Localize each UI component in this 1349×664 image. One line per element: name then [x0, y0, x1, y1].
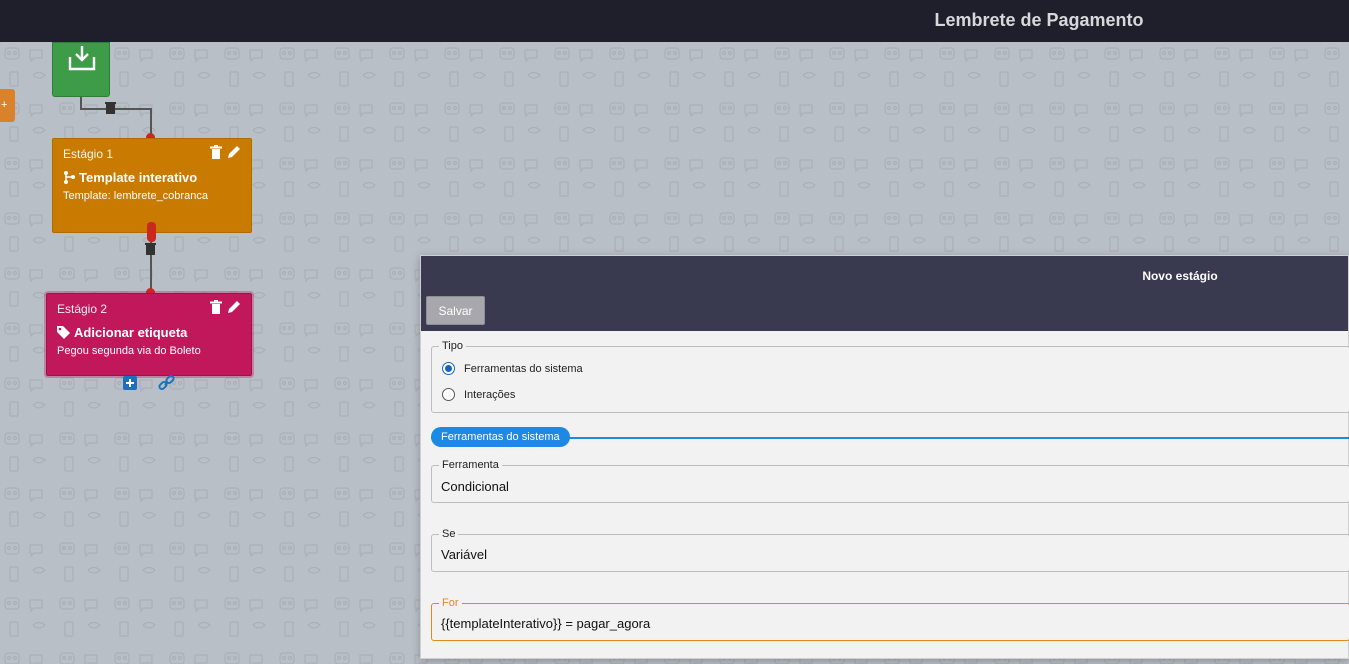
stage-detail: Template: lembrete_cobranca: [63, 190, 241, 202]
link-icon[interactable]: [158, 375, 175, 392]
radio-option-ferramentas[interactable]: Ferramentas do sistema: [442, 362, 583, 375]
stage-type: Template interativo: [63, 170, 241, 185]
se-value: Variável: [441, 547, 488, 562]
radio-label: Ferramentas do sistema: [464, 362, 583, 375]
connector-line: [80, 108, 152, 110]
pencil-icon[interactable]: [227, 300, 241, 314]
add-stage-icon[interactable]: [123, 376, 137, 390]
trash-icon[interactable]: [210, 145, 222, 159]
stage-type-label: Template interativo: [79, 170, 198, 185]
stage-tools: [210, 145, 241, 159]
radio-option-interacoes[interactable]: Interações: [442, 388, 515, 401]
stage-detail: Pegou segunda via do Boleto: [57, 345, 201, 357]
tipo-legend: Tipo: [439, 340, 466, 352]
stage-card-2[interactable]: Estágio 2 Adicionar etiqueta Pegou segun…: [46, 293, 252, 376]
stage-card-1[interactable]: Estágio 1 Template interativo Template: …: [52, 138, 252, 233]
detail-value: lembrete_cobranca: [113, 190, 208, 202]
start-node[interactable]: [52, 42, 110, 97]
page-title: Lembrete de Pagamento: [934, 10, 1144, 30]
detail-label: Template:: [63, 190, 111, 202]
stage-tools: [210, 300, 241, 314]
se-field[interactable]: Se Variável: [431, 528, 1349, 572]
side-panel-toggle[interactable]: +: [0, 89, 15, 122]
top-bar: Lembrete de Pagamento: [0, 0, 1349, 42]
panel-header: Novo estágio Salvar: [421, 256, 1348, 331]
tag-icon: [57, 326, 70, 339]
radio-button[interactable]: [442, 362, 455, 375]
for-legend: For: [439, 597, 462, 609]
branch-icon: [64, 171, 75, 184]
stage-type-label: Adicionar etiqueta: [74, 325, 188, 340]
new-stage-panel: Novo estágio Salvar Tipo Ferramentas do …: [420, 255, 1349, 659]
panel-title: Novo estágio: [1142, 269, 1218, 283]
radio-button[interactable]: [442, 388, 455, 401]
side-tab-glyph: +: [1, 99, 8, 111]
ferramenta-field[interactable]: Ferramenta Condicional: [431, 459, 1349, 503]
inbox-download-icon: [68, 46, 96, 71]
connector-line: [147, 222, 156, 242]
delete-connection-icon[interactable]: [105, 101, 116, 114]
ferramenta-legend: Ferramenta: [439, 459, 502, 471]
for-value: {{templateInterativo}} = pagar_agora: [441, 616, 651, 631]
trash-icon[interactable]: [210, 300, 222, 314]
pencil-icon[interactable]: [227, 145, 241, 159]
ferramenta-value: Condicional: [441, 479, 509, 494]
delete-connection-icon[interactable]: [145, 242, 156, 255]
se-legend: Se: [439, 528, 459, 540]
tipo-fieldset: Tipo Ferramentas do sistema Interações: [431, 340, 1349, 413]
section-label: Ferramentas do sistema: [431, 427, 570, 447]
radio-label: Interações: [464, 388, 516, 401]
stage-type: Adicionar etiqueta: [57, 325, 241, 340]
for-field[interactable]: For {{templateInterativo}} = pagar_agora: [431, 597, 1349, 641]
connector-line: [150, 108, 152, 136]
save-button[interactable]: Salvar: [426, 296, 485, 325]
